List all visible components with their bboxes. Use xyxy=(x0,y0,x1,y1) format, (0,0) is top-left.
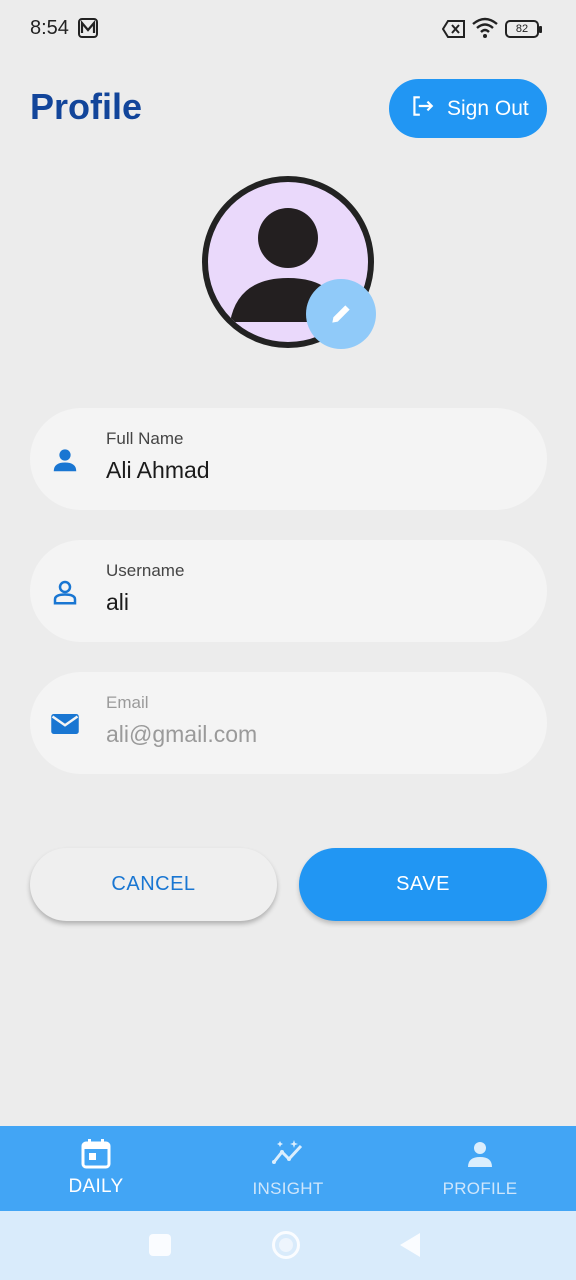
app-notification-icon xyxy=(78,18,98,38)
logout-icon xyxy=(409,93,435,125)
person-icon xyxy=(464,1138,496,1170)
nav-label-insight: INSIGHT xyxy=(252,1179,324,1198)
status-bar: 8:54 82 xyxy=(0,0,576,58)
wifi-icon xyxy=(472,17,498,39)
back-button[interactable] xyxy=(400,1233,420,1257)
nav-item-insight[interactable]: INSIGHT xyxy=(192,1126,384,1211)
full-name-input[interactable]: Ali Ahmad xyxy=(106,457,210,484)
system-nav-bar xyxy=(0,1211,576,1280)
cancel-button[interactable]: CANCEL xyxy=(30,848,277,921)
nav-item-profile[interactable]: PROFILE xyxy=(384,1126,576,1211)
status-time: 8:54 xyxy=(30,17,69,39)
calendar-icon xyxy=(80,1138,112,1170)
email-field: Email ali@gmail.com xyxy=(30,672,547,774)
nav-item-daily[interactable]: DAILY xyxy=(0,1126,192,1211)
no-sim-icon xyxy=(441,20,466,38)
username-input[interactable]: ali xyxy=(106,589,129,616)
recents-button[interactable] xyxy=(149,1234,171,1256)
person-outline-icon xyxy=(50,577,80,607)
page-title: Profile xyxy=(30,86,143,127)
battery-icon: 82 xyxy=(505,20,542,38)
person-icon xyxy=(50,445,80,475)
full-name-label: Full Name xyxy=(106,429,184,448)
home-button[interactable] xyxy=(272,1231,300,1259)
full-name-field[interactable]: Full Name Ali Ahmad xyxy=(30,408,547,510)
username-field[interactable]: Username ali xyxy=(30,540,547,642)
nav-label-profile: PROFILE xyxy=(442,1179,518,1198)
sign-out-label: Sign Out xyxy=(447,96,529,120)
insight-icon xyxy=(272,1138,304,1170)
pencil-icon xyxy=(332,305,350,323)
nav-label-daily: DAILY xyxy=(68,1176,124,1197)
email-input: ali@gmail.com xyxy=(106,721,258,747)
edit-avatar-button[interactable] xyxy=(306,279,376,349)
sign-out-button[interactable]: Sign Out xyxy=(389,79,547,138)
email-label: Email xyxy=(106,693,149,712)
username-label: Username xyxy=(106,561,185,580)
battery-level: 82 xyxy=(515,23,529,35)
mail-icon xyxy=(50,709,80,739)
bottom-nav: DAILY INSIGHT PROFILE xyxy=(0,1126,576,1211)
save-button[interactable]: SAVE xyxy=(299,848,547,921)
